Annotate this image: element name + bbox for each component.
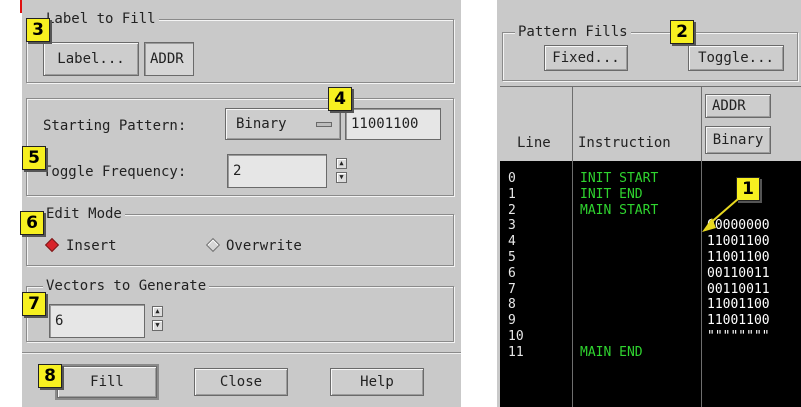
row-line-number: 10 — [508, 329, 524, 344]
row-line-number: 8 — [508, 297, 516, 312]
pattern-fills-panel: Pattern Fills Fixed... Toggle... Line In… — [497, 0, 801, 407]
label-column-header[interactable]: ADDR — [705, 94, 771, 118]
callout-1: 1 — [736, 177, 760, 201]
pattern-base-dropdown[interactable]: Binary — [225, 108, 341, 140]
button-separator — [22, 352, 461, 354]
row-data-value: 11001100 — [707, 250, 770, 265]
row-line-number: 3 — [508, 218, 516, 233]
toggle-frequency-down-icon[interactable]: ▼ — [336, 172, 347, 183]
fixed-button[interactable]: Fixed... — [544, 45, 628, 71]
row-line-number: 7 — [508, 282, 516, 297]
dropdown-bar-icon — [316, 122, 332, 127]
label-value-field[interactable]: ADDR — [144, 42, 194, 76]
insert-radio-label[interactable]: Insert — [66, 238, 117, 254]
instruction-column-header: Instruction — [578, 135, 671, 151]
vectors-up-icon[interactable]: ▲ — [152, 306, 163, 317]
toggle-frequency-field[interactable]: 2 — [227, 154, 327, 188]
row-instruction: INIT START — [580, 171, 659, 186]
row-data-value: """""""" — [707, 329, 770, 344]
pattern-value-field[interactable]: 11001100 — [345, 108, 441, 140]
row-data-value: 11001100 — [707, 297, 770, 312]
row-line-number: 11 — [508, 345, 524, 360]
row-line-number: 1 — [508, 187, 516, 202]
row-data-value: 11001100 — [707, 234, 770, 249]
overwrite-radio-label[interactable]: Overwrite — [226, 238, 302, 254]
row-line-number: 6 — [508, 266, 516, 281]
row-instruction: MAIN START — [580, 203, 659, 218]
red-marker — [20, 0, 22, 13]
line-column-header: Line — [517, 135, 551, 151]
label-button[interactable]: Label... — [43, 42, 139, 76]
callout-5: 5 — [22, 146, 46, 170]
header-divider-1 — [572, 86, 573, 161]
toggle-frequency-label: Toggle Frequency: — [43, 164, 187, 180]
row-data-value: 00110011 — [707, 282, 770, 297]
base-column-header[interactable]: Binary — [705, 126, 771, 154]
row-data-value: 11001100 — [707, 313, 770, 328]
vectors-count-field[interactable]: 6 — [49, 304, 145, 338]
starting-pattern-label: Starting Pattern: — [43, 118, 187, 134]
callout-7: 7 — [22, 292, 46, 316]
row-instruction: INIT END — [580, 187, 643, 202]
row-line-number: 4 — [508, 234, 516, 249]
grid-divider-1 — [572, 161, 573, 407]
row-line-number: 2 — [508, 203, 516, 218]
header-divider-2 — [701, 86, 702, 161]
fill-button[interactable]: Fill — [57, 366, 157, 398]
row-data-value: 00110011 — [707, 266, 770, 281]
row-data-value: 00000000 — [707, 218, 770, 233]
label-to-fill-legend: Label to Fill — [43, 11, 159, 27]
row-line-number: 9 — [508, 313, 516, 328]
vectors-down-icon[interactable]: ▼ — [152, 320, 163, 331]
callout-4: 4 — [328, 87, 352, 111]
row-instruction: MAIN END — [580, 345, 643, 360]
help-button[interactable]: Help — [330, 368, 424, 396]
callout-3: 3 — [26, 18, 50, 42]
close-button[interactable]: Close — [194, 368, 288, 396]
row-line-number: 0 — [508, 171, 516, 186]
toggle-frequency-up-icon[interactable]: ▲ — [336, 158, 347, 169]
callout-2: 2 — [670, 20, 694, 44]
vectors-legend: Vectors to Generate — [43, 278, 210, 294]
fill-dialog: Label to Fill Label... ADDR Starting Pat… — [22, 0, 461, 407]
edit-mode-legend: Edit Mode — [43, 206, 125, 222]
callout-6: 6 — [20, 211, 44, 235]
row-line-number: 5 — [508, 250, 516, 265]
toggle-button[interactable]: Toggle... — [688, 45, 784, 71]
grid-divider-2 — [701, 161, 702, 407]
pattern-base-value: Binary — [236, 116, 287, 132]
pattern-fills-legend: Pattern Fills — [515, 24, 631, 40]
callout-8: 8 — [38, 364, 62, 388]
